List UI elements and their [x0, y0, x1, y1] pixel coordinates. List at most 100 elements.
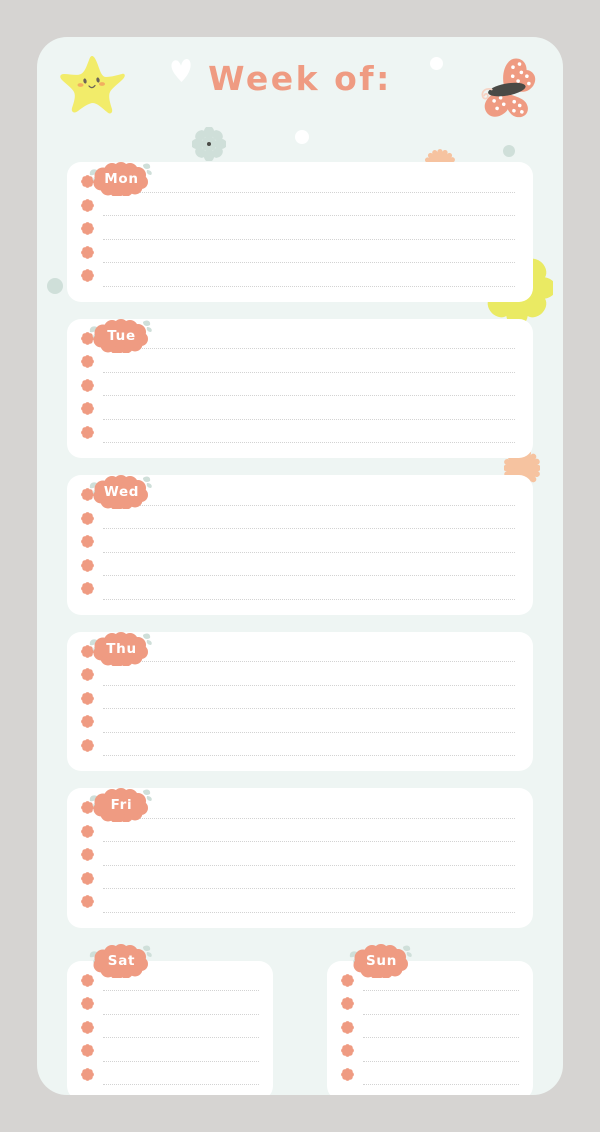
task-row[interactable] — [81, 1019, 259, 1043]
day-badge-thu[interactable]: Thu — [89, 632, 153, 666]
day-block-mon: Mon — [67, 162, 533, 302]
flower-bullet-icon — [81, 895, 94, 908]
day-label-mon: Mon — [104, 171, 139, 187]
task-row[interactable] — [81, 690, 515, 714]
task-row[interactable] — [81, 400, 515, 424]
flower-bullet-icon — [81, 426, 94, 439]
day-label-wed: Wed — [103, 484, 140, 500]
task-row[interactable] — [81, 666, 515, 690]
task-write-line[interactable] — [103, 684, 515, 686]
task-row[interactable] — [81, 737, 515, 761]
flower-bullet-icon — [81, 535, 94, 548]
task-row[interactable] — [81, 353, 515, 377]
task-write-line[interactable] — [103, 888, 515, 889]
task-write-line[interactable] — [103, 395, 515, 396]
task-write-line[interactable] — [103, 528, 515, 529]
task-row[interactable] — [81, 893, 515, 917]
task-write-line[interactable] — [103, 551, 515, 553]
flower-bullet-icon — [81, 559, 94, 572]
flower-bullet-icon — [81, 739, 94, 752]
task-write-line[interactable] — [103, 348, 515, 349]
task-write-line[interactable] — [103, 285, 515, 287]
task-write-line[interactable] — [103, 504, 515, 506]
task-row[interactable] — [81, 1066, 259, 1090]
dot-white-icon — [295, 130, 309, 144]
task-row[interactable] — [81, 1042, 259, 1066]
task-write-line[interactable] — [103, 661, 515, 662]
task-row[interactable] — [81, 267, 515, 291]
task-write-line[interactable] — [103, 1013, 259, 1015]
task-write-line[interactable] — [103, 731, 515, 733]
task-row[interactable] — [81, 510, 515, 534]
task-row[interactable] — [81, 580, 515, 604]
task-row[interactable] — [81, 823, 515, 847]
planner-header: Week of: — [37, 37, 563, 181]
task-row[interactable] — [81, 424, 515, 448]
task-write-line[interactable] — [363, 990, 519, 991]
weekend-row: Sat Sun — [67, 944, 533, 1095]
task-write-line[interactable] — [363, 1037, 519, 1038]
day-badge-sat[interactable]: Sat — [89, 944, 153, 978]
task-row[interactable] — [81, 220, 515, 244]
day-card-sat[interactable] — [67, 960, 273, 1095]
day-badge-wed[interactable]: Wed — [89, 475, 153, 509]
day-badge-tue[interactable]: Tue — [89, 319, 153, 353]
task-write-line[interactable] — [103, 418, 515, 420]
task-write-line[interactable] — [103, 238, 515, 240]
flower-sage-icon — [192, 127, 226, 161]
task-row[interactable] — [81, 557, 515, 581]
task-write-line[interactable] — [363, 1084, 519, 1085]
task-write-line[interactable] — [103, 864, 515, 866]
task-write-line[interactable] — [103, 1037, 259, 1038]
task-row[interactable] — [81, 377, 515, 401]
flower-bullet-icon — [81, 1068, 94, 1081]
task-write-line[interactable] — [103, 215, 515, 216]
task-write-line[interactable] — [103, 817, 515, 819]
task-write-line[interactable] — [103, 911, 515, 913]
task-write-line[interactable] — [103, 575, 515, 576]
task-write-line[interactable] — [103, 598, 515, 600]
day-block-fri: Fri — [67, 788, 533, 928]
task-row[interactable] — [341, 1019, 519, 1043]
task-row[interactable] — [81, 870, 515, 894]
flower-bullet-icon — [81, 997, 94, 1010]
day-label-fri: Fri — [110, 797, 133, 813]
flower-bullet-icon — [81, 668, 94, 681]
task-write-line[interactable] — [103, 755, 515, 756]
day-block-thu: Thu — [67, 631, 533, 771]
day-badge-fri[interactable]: Fri — [89, 788, 153, 822]
flower-bullet-icon — [81, 715, 94, 728]
task-write-line[interactable] — [103, 1084, 259, 1085]
task-write-line[interactable] — [103, 191, 515, 193]
flower-bullet-icon — [81, 269, 94, 282]
task-row[interactable] — [341, 1066, 519, 1090]
flower-bullet-icon — [81, 512, 94, 525]
flower-bullet-icon — [81, 402, 94, 415]
task-write-line[interactable] — [103, 990, 259, 991]
task-write-line[interactable] — [103, 708, 515, 709]
task-write-line[interactable] — [103, 1060, 259, 1062]
task-row[interactable] — [341, 1042, 519, 1066]
task-write-line[interactable] — [363, 1013, 519, 1015]
day-label-sun: Sun — [365, 952, 398, 969]
flower-bullet-icon — [81, 355, 94, 368]
task-write-line[interactable] — [103, 841, 515, 842]
task-write-line[interactable] — [103, 442, 515, 443]
task-row[interactable] — [81, 846, 515, 870]
task-row[interactable] — [81, 995, 259, 1019]
task-row[interactable] — [341, 995, 519, 1019]
day-badge-sun[interactable]: Sun — [349, 944, 413, 978]
task-row[interactable] — [81, 713, 515, 737]
task-write-line[interactable] — [103, 262, 515, 263]
day-badge-mon[interactable]: Mon — [89, 162, 153, 196]
day-card-sun[interactable] — [327, 960, 533, 1095]
task-row[interactable] — [81, 244, 515, 268]
flower-bullet-icon — [341, 1044, 354, 1057]
flower-bullet-icon — [81, 1044, 94, 1057]
task-row[interactable] — [81, 533, 515, 557]
task-write-line[interactable] — [363, 1060, 519, 1062]
task-write-line[interactable] — [103, 371, 515, 373]
flower-bullet-icon — [81, 199, 94, 212]
task-row[interactable] — [81, 197, 515, 221]
days-area: Mon Tue Wed Thu Fri Sat Sun — [37, 162, 563, 1095]
